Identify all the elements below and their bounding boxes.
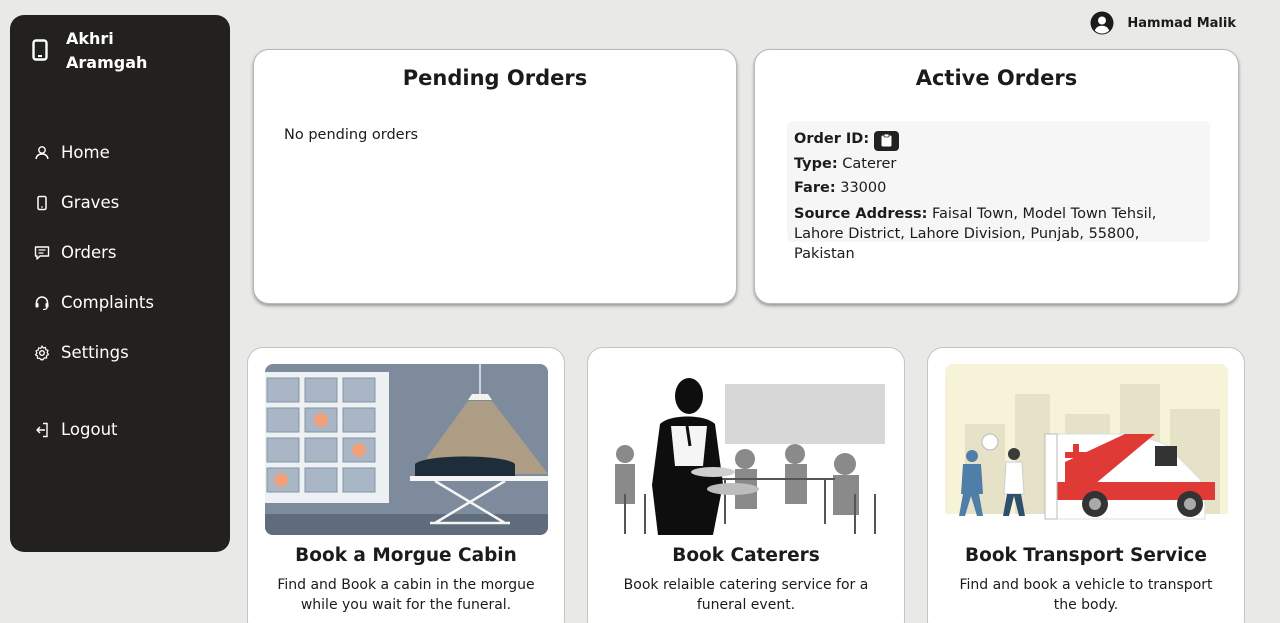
sidebar-item-label: Orders <box>61 243 117 262</box>
order-fare-value: 33000 <box>840 180 887 196</box>
clipboard-icon <box>881 134 892 147</box>
copy-order-id-button[interactable] <box>873 130 899 151</box>
sidebar-item-home[interactable]: Home <box>34 143 110 162</box>
morgue-illustration <box>265 364 548 535</box>
active-orders-title: Active Orders <box>915 66 1078 90</box>
caterers-illustration <box>605 364 888 535</box>
pending-orders-card: Pending Orders No pending orders <box>253 49 737 304</box>
service-description: Find and Book a cabin in the morgue whil… <box>277 577 535 613</box>
service-card-caterers[interactable]: Book Caterers Book relaible catering ser… <box>587 347 905 623</box>
sidebar: Akhri Aramgah Home Graves Orders Complai… <box>10 15 230 552</box>
sidebar-item-label: Home <box>61 143 110 162</box>
order-address-row: Source Address: Faisal Town, Model Town … <box>794 204 1203 264</box>
gear-icon <box>34 344 50 361</box>
phone-icon <box>32 39 48 61</box>
service-description: Find and book a vehicle to transport the… <box>959 577 1213 613</box>
user-icon <box>34 145 50 161</box>
message-icon <box>34 245 50 261</box>
order-fare-label: Fare: <box>794 180 836 196</box>
user-menu[interactable]: Hammad Malik <box>1090 11 1236 35</box>
avatar-icon <box>1090 11 1114 35</box>
sidebar-item-orders[interactable]: Orders <box>34 243 117 262</box>
sidebar-item-label: Settings <box>61 343 129 362</box>
sidebar-item-settings[interactable]: Settings <box>34 343 129 362</box>
pending-orders-title: Pending Orders <box>402 66 588 90</box>
sidebar-item-logout[interactable]: Logout <box>34 420 118 439</box>
sidebar-item-label: Logout <box>61 420 118 439</box>
user-name: Hammad Malik <box>1127 15 1236 31</box>
service-description: Book relaible catering service for a fun… <box>623 577 869 613</box>
service-card-morgue[interactable]: Book a Morgue Cabin Find and Book a cabi… <box>247 347 565 623</box>
order-type-value: Caterer <box>842 155 897 172</box>
phone-icon <box>34 195 50 211</box>
order-id-row: Order ID: <box>794 127 1203 152</box>
app-name: Akhri Aramgah <box>66 29 148 72</box>
service-title: Book a Morgue Cabin <box>295 545 517 566</box>
sidebar-item-graves[interactable]: Graves <box>34 193 119 212</box>
order-type-row: Type: Caterer <box>794 152 1203 177</box>
order-id-label: Order ID: <box>794 131 870 147</box>
empty-message: No pending orders <box>284 127 419 143</box>
order-type-label: Type: <box>794 155 838 172</box>
transport-illustration <box>945 364 1228 535</box>
sidebar-item-label: Complaints <box>61 293 154 312</box>
service-title: Book Transport Service <box>965 545 1207 566</box>
service-title: Book Caterers <box>672 545 820 566</box>
service-card-transport[interactable]: Book Transport Service Find and book a v… <box>927 347 1245 623</box>
headset-icon <box>34 295 50 311</box>
order-fare-row: Fare: 33000 <box>794 176 1203 201</box>
active-orders-card: Active Orders Order ID: Type: Caterer Fa… <box>754 49 1239 304</box>
order-item: Order ID: Type: Caterer Fare: 33000 Sour… <box>787 121 1210 262</box>
brand[interactable]: Akhri Aramgah <box>32 27 166 75</box>
logout-icon <box>34 422 50 438</box>
sidebar-item-label: Graves <box>61 193 120 212</box>
sidebar-item-complaints[interactable]: Complaints <box>34 293 154 312</box>
order-address-label: Source Address: <box>794 205 928 222</box>
